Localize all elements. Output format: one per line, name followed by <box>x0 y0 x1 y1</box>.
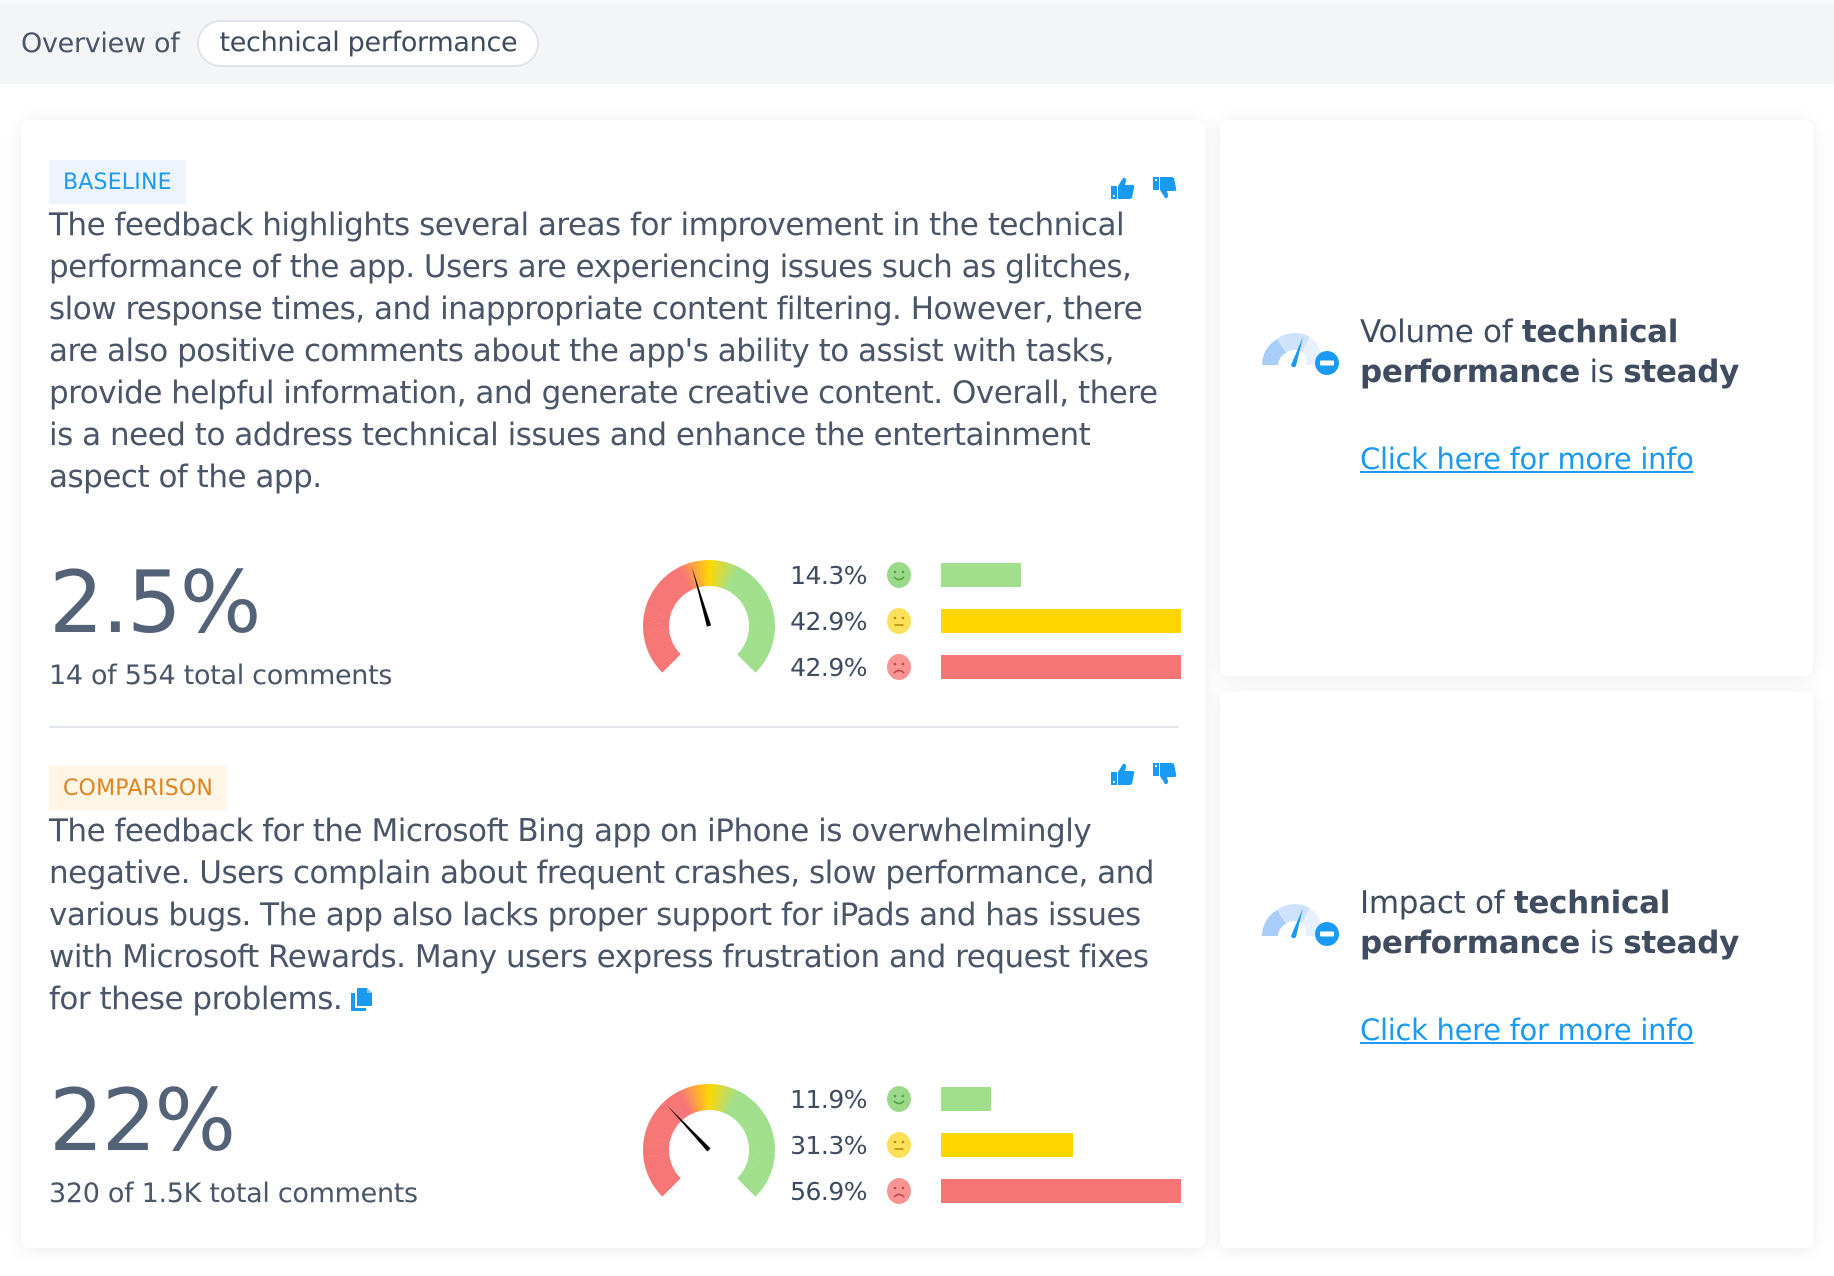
baseline-feedback <box>1109 174 1179 202</box>
topic-pill[interactable]: technical performance <box>197 20 540 67</box>
thumbs-up-icon[interactable] <box>1109 174 1137 202</box>
baseline-share: 2.5% <box>49 553 262 653</box>
sentiment-percent: 14.3% <box>790 560 867 590</box>
impact-trend-text: Impact of technical performance is stead… <box>1360 883 1780 963</box>
copy-icon[interactable] <box>348 981 374 1011</box>
volume-trend-card: Volume of technical performance is stead… <box>1220 120 1813 676</box>
trend-prefix: Impact of <box>1360 885 1514 921</box>
thumbs-down-icon[interactable] <box>1151 760 1179 788</box>
sentiment-bar-positive <box>941 563 1021 587</box>
baseline-count: 14 of 554 total comments <box>49 660 393 691</box>
sentiment-bar-positive <box>941 1087 992 1111</box>
baseline-tag: BASELINE <box>49 160 186 204</box>
comparison-share: 22% <box>49 1071 236 1171</box>
summary-card: BASELINE The feedback highlights several… <box>21 120 1205 1248</box>
baseline-sentiment-bars: 14.3% 42.9% 42.9% <box>779 560 1181 682</box>
thumbs-down-icon[interactable] <box>1151 174 1179 202</box>
sentiment-row-neutral: 31.3% <box>779 1130 1181 1160</box>
section-divider <box>49 726 1179 728</box>
sentiment-bar-track <box>941 655 1181 679</box>
comparison-sentiment-bars: 11.9% 31.3% 56.9% <box>779 1084 1181 1206</box>
sentiment-bar-negative <box>941 1179 1181 1203</box>
sentiment-percent: 42.9% <box>790 652 867 682</box>
sentiment-row-negative: 42.9% <box>779 652 1181 682</box>
impact-trend-card: Impact of technical performance is stead… <box>1220 691 1813 1248</box>
volume-trend: Volume of technical performance is stead… <box>1220 120 1813 676</box>
sentiment-row-negative: 56.9% <box>779 1176 1181 1206</box>
comparison-feedback <box>1109 760 1179 788</box>
comparison-metric: 22% 320 of 1.5K total comments <box>49 1078 418 1209</box>
topic-header: Overview of technical performance <box>0 0 1834 84</box>
steady-speedometer-icon <box>1258 325 1342 381</box>
comparison-tag: COMPARISON <box>49 766 228 810</box>
sad-face-icon <box>885 653 913 681</box>
sentiment-percent: 56.9% <box>790 1176 867 1206</box>
sentiment-bar-neutral <box>941 1133 1074 1157</box>
trend-mid: is <box>1579 354 1624 390</box>
sentiment-bar-negative <box>941 655 1181 679</box>
sentiment-bar-track <box>941 1179 1181 1203</box>
sentiment-bar-neutral <box>941 609 1181 633</box>
steady-speedometer-icon <box>1258 896 1342 952</box>
baseline-summary: The feedback highlights several areas fo… <box>49 207 1158 495</box>
sentiment-bar-track <box>941 1133 1181 1157</box>
smile-face-icon <box>885 1085 913 1113</box>
trend-status: steady <box>1623 925 1740 961</box>
sentiment-row-positive: 11.9% <box>779 1084 1181 1114</box>
sentiment-percent: 42.9% <box>790 606 867 636</box>
baseline-metric: 2.5% 14 of 554 total comments <box>49 560 392 691</box>
comparison-summary-text: The feedback for the Microsoft Bing app … <box>49 813 1154 1017</box>
sentiment-bar-track <box>941 609 1181 633</box>
comparison-count: 320 of 1.5K total comments <box>49 1178 418 1209</box>
baseline-sentiment-gauge <box>643 560 775 673</box>
neutral-face-icon <box>885 1131 913 1159</box>
baseline-section: BASELINE The feedback highlights several… <box>49 160 1181 726</box>
thumbs-up-icon[interactable] <box>1109 760 1137 788</box>
volume-trend-text: Volume of technical performance is stead… <box>1360 312 1780 392</box>
sentiment-row-neutral: 42.9% <box>779 606 1181 636</box>
comparison-sentiment-gauge <box>643 1084 775 1197</box>
sentiment-percent: 31.3% <box>790 1130 867 1160</box>
sentiment-bar-track <box>941 563 1181 587</box>
comparison-section: COMPARISON The feedback for the Microsof… <box>49 763 1181 1236</box>
impact-trend: Impact of technical performance is stead… <box>1220 691 1813 1248</box>
trend-status: steady <box>1623 354 1740 390</box>
trend-prefix: Volume of <box>1360 314 1522 350</box>
sentiment-percent: 11.9% <box>790 1084 867 1114</box>
sad-face-icon <box>885 1177 913 1205</box>
volume-more-info-link[interactable]: Click here for more info <box>1360 442 1694 476</box>
impact-more-info-link[interactable]: Click here for more info <box>1360 1013 1694 1047</box>
sentiment-row-positive: 14.3% <box>779 560 1181 590</box>
trend-mid: is <box>1579 925 1624 961</box>
smile-face-icon <box>885 561 913 589</box>
neutral-face-icon <box>885 607 913 635</box>
overview-label: Overview of <box>21 28 180 59</box>
comparison-summary: The feedback for the Microsoft Bing app … <box>49 810 1179 1020</box>
sentiment-bar-track <box>941 1087 1181 1111</box>
